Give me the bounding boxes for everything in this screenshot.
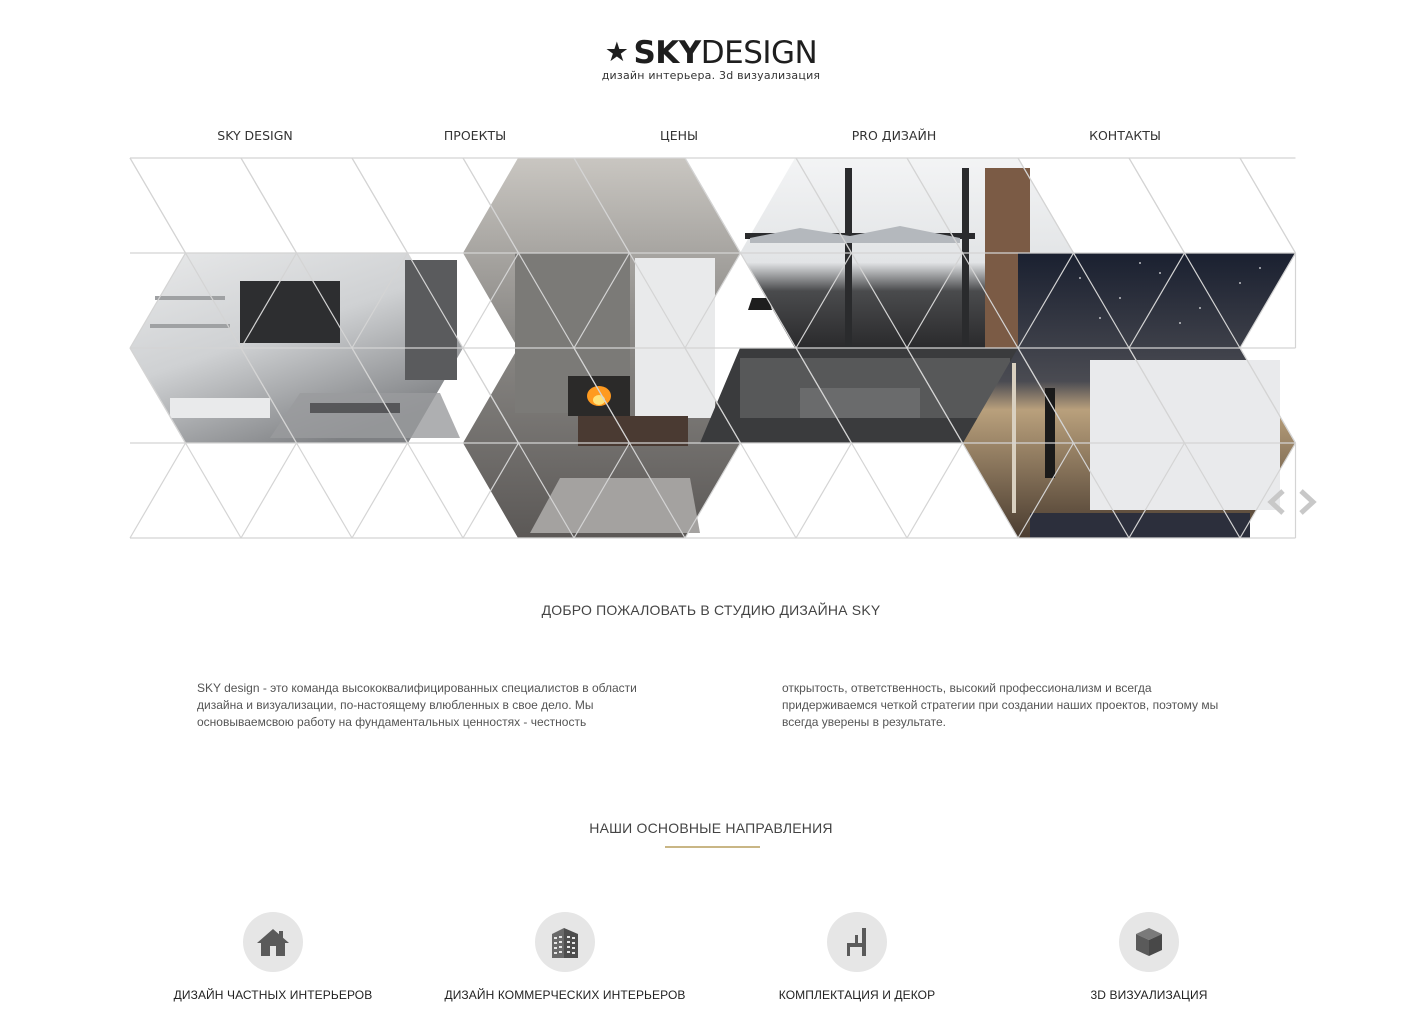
main-nav: SKY DESIGN ПРОЕКТЫ ЦЕНЫ PRO ДИЗАЙН КОНТА… [0,128,1422,148]
service-3d-visualization[interactable]: 3D ВИЗУАЛИЗАЦИЯ [1019,912,1279,1002]
nav-item-sky-design[interactable]: SKY DESIGN [217,128,292,143]
slider-prev-button[interactable] [1266,488,1288,516]
service-icon-circle [243,912,303,972]
service-icon-circle [1119,912,1179,972]
hexagon-mosaic [129,157,1297,539]
logo-tagline: дизайн интерьера. 3d визуализация [601,69,821,82]
service-private-interiors[interactable]: ДИЗАЙН ЧАСТНЫХ ИНТЕРЬЕРОВ [143,912,403,1002]
service-label: ДИЗАЙН КОММЕРЧЕСКИХ ИНТЕРЬЕРОВ [444,988,686,1002]
service-label: 3D ВИЗУАЛИЗАЦИЯ [1090,988,1208,1002]
service-commercial-interiors[interactable]: ДИЗАЙН КОММЕРЧЕСКИХ ИНТЕРЬЕРОВ [435,912,695,1002]
service-label: КОМПЛЕКТАЦИЯ И ДЕКОР [778,988,936,1002]
welcome-title: ДОБРО ПОЖАЛОВАТЬ В СТУДИЮ ДИЗАЙНА SKY [541,602,881,618]
welcome-text-column-2: открытость, ответственность, высокий про… [782,681,1219,729]
hero-slider[interactable] [0,148,1422,548]
cube-icon [1136,928,1162,956]
nav-item-contacts[interactable]: КОНТАКТЫ [1089,128,1161,143]
directions-divider [665,846,760,848]
house-icon [257,929,289,956]
nav-item-projects[interactable]: ПРОЕКТЫ [444,128,506,143]
chevron-right-icon [1299,489,1317,515]
chevron-left-icon [1267,489,1285,515]
directions-title: НАШИ ОСНОВНЫЕ НАПРАВЛЕНИЯ [589,820,833,836]
service-icon-circle [535,912,595,972]
building-icon [552,928,578,958]
logo-design: DESIGN [700,35,818,71]
logo-wordmark: ★ SKYDESIGN [605,36,818,70]
service-icon-circle [827,912,887,972]
nav-item-pro-design[interactable]: PRO ДИЗАЙН [852,128,936,143]
service-label: ДИЗАЙН ЧАСТНЫХ ИНТЕРЬЕРОВ [173,988,373,1002]
logo[interactable]: ★ SKYDESIGN дизайн интерьера. 3d визуали… [0,36,1422,82]
logo-sky: SKY [633,35,701,71]
service-furnishing-decor[interactable]: КОМПЛЕКТАЦИЯ И ДЕКОР [727,912,987,1002]
chair-icon [847,928,866,956]
nav-item-prices[interactable]: ЦЕНЫ [660,128,698,143]
slider-next-button[interactable] [1296,488,1318,516]
welcome-text-column-1: SKY design - это команда высококвалифици… [197,681,637,729]
star-icon: ★ [604,37,629,68]
